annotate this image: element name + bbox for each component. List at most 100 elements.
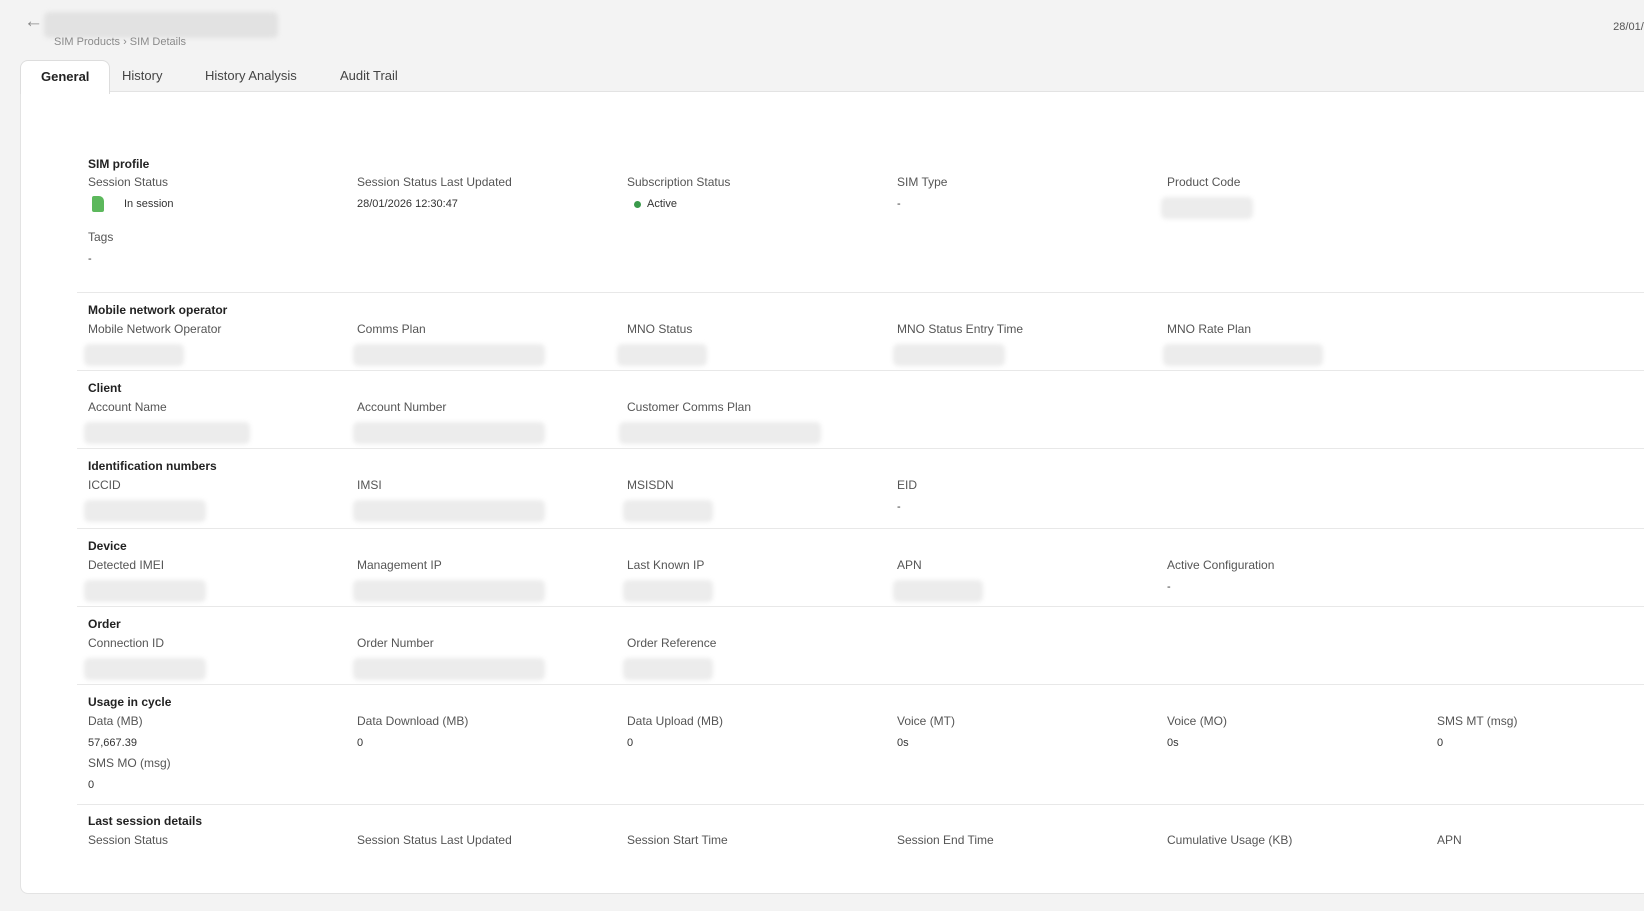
- field-label: Voice (MO): [1167, 714, 1228, 728]
- field-label: Last Known IP: [627, 558, 705, 572]
- page-title-redacted: [44, 12, 278, 38]
- redacted-value: [1163, 344, 1323, 366]
- field-sim-type: SIM Type -: [897, 175, 947, 211]
- field-eid: EID -: [897, 478, 917, 514]
- field-label: Data Upload (MB): [627, 714, 724, 728]
- field-label: APN: [1437, 833, 1462, 847]
- section-title: SIM profile: [88, 157, 150, 171]
- breadcrumb[interactable]: SIM Products › SIM Details: [54, 36, 186, 48]
- field-label: Session End Time: [897, 833, 994, 847]
- redacted-value: [617, 344, 707, 366]
- section-usage: Usage in cycle Data (MB) 57,667.39 Data …: [77, 684, 1644, 805]
- field-session-end-time: Session End Time: [897, 833, 994, 847]
- field-data: Data (MB) 57,667.39: [88, 714, 143, 750]
- field-label: Account Name: [88, 400, 167, 414]
- field-order-number: Order Number: [353, 636, 557, 682]
- field-label: Session Status: [88, 833, 169, 847]
- redacted-value: [353, 344, 545, 366]
- redacted-value: [84, 344, 184, 366]
- field-value: -: [1167, 581, 1171, 593]
- field-label: Subscription Status: [627, 175, 731, 189]
- section-order: Order Connection ID Order Number Order R…: [77, 606, 1644, 685]
- redacted-value: [893, 344, 1005, 366]
- top-bar: ← SIM Products › SIM Details 28/01/20: [0, 0, 1644, 60]
- field-label: Order Reference: [627, 636, 717, 650]
- field-sms-mo: SMS MO (msg) 0: [88, 756, 171, 792]
- tab-bar: General History History Analysis Audit T…: [20, 60, 1644, 94]
- field-value: 0s: [897, 737, 909, 749]
- field-label: MNO Status Entry Time: [897, 322, 1024, 336]
- section-identification: Identification numbers ICCID IMSI MSISDN…: [77, 448, 1644, 529]
- field-product-code: Product Code: [1161, 175, 1267, 225]
- field-msisdn: MSISDN: [623, 478, 727, 524]
- field-label: MNO Rate Plan: [1167, 322, 1252, 336]
- field-last-session-status-updated: Session Status Last Updated: [357, 833, 512, 847]
- field-label: Connection ID: [88, 636, 165, 650]
- section-title: Identification numbers: [88, 459, 217, 473]
- field-label: Data Download (MB): [357, 714, 469, 728]
- field-label: ICCID: [88, 478, 121, 492]
- section-title: Mobile network operator: [88, 303, 228, 317]
- field-label: Cumulative Usage (KB): [1167, 833, 1293, 847]
- field-apn: APN: [893, 558, 997, 604]
- section-title: Usage in cycle: [88, 695, 172, 709]
- field-session-status: Session Status In session: [88, 175, 174, 212]
- redacted-value: [353, 580, 545, 602]
- field-label: Session Start Time: [627, 833, 728, 847]
- field-last-session-apn: APN: [1437, 833, 1462, 847]
- subscription-status-value: Active: [647, 198, 677, 210]
- field-value: 57,667.39: [88, 737, 137, 749]
- field-iccid: ICCID: [84, 478, 288, 524]
- field-value: 0s: [1167, 737, 1179, 749]
- redacted-value: [353, 422, 545, 444]
- redacted-value: [623, 580, 713, 602]
- field-imsi: IMSI: [353, 478, 557, 524]
- field-data-download: Data Download (MB) 0: [357, 714, 468, 750]
- tab-history-analysis[interactable]: History Analysis: [205, 60, 297, 92]
- redacted-value: [893, 580, 983, 602]
- field-label: SIM Type: [897, 175, 948, 189]
- tab-history[interactable]: History: [122, 60, 162, 92]
- section-mno: Mobile network operator Mobile Network O…: [77, 292, 1644, 371]
- field-label: Session Status: [88, 175, 169, 189]
- field-voice-mo: Voice (MO) 0s: [1167, 714, 1227, 750]
- header-date: 28/01/20: [1613, 21, 1644, 33]
- field-mno-status-entry-time: MNO Status Entry Time: [893, 322, 1057, 368]
- status-dot-icon: [634, 200, 641, 208]
- tab-audit-trail[interactable]: Audit Trail: [340, 60, 398, 92]
- field-value: 0: [1437, 737, 1444, 749]
- redacted-value: [353, 658, 545, 680]
- field-account-name: Account Name: [84, 400, 288, 446]
- field-label: SMS MO (msg): [88, 756, 171, 770]
- field-label: Account Number: [357, 400, 447, 414]
- field-detected-imei: Detected IMEI: [84, 558, 288, 604]
- field-last-session-status: Session Status: [88, 833, 168, 847]
- field-label: Voice (MT): [897, 714, 956, 728]
- field-label: IMSI: [357, 478, 382, 492]
- redacted-value: [84, 658, 206, 680]
- tab-general[interactable]: General: [20, 60, 111, 94]
- section-title: Client: [88, 381, 122, 395]
- field-value: -: [88, 253, 92, 265]
- field-subscription-status: Subscription Status Active: [627, 175, 730, 211]
- field-label: Data (MB): [88, 714, 143, 728]
- redacted-value: [84, 580, 206, 602]
- field-value: In session: [88, 196, 174, 212]
- field-label: Tags: [88, 230, 114, 244]
- section-title: Device: [88, 539, 127, 553]
- field-label: MNO Status: [627, 322, 693, 336]
- section-title: Order: [88, 617, 121, 631]
- field-value: Active: [627, 197, 730, 211]
- field-label: Order Number: [357, 636, 434, 650]
- field-label: Product Code: [1167, 175, 1241, 189]
- redacted-value: [353, 500, 545, 522]
- field-mno-status: MNO Status: [617, 322, 727, 368]
- field-label: Session Status Last Updated: [357, 833, 512, 847]
- section-device: Device Detected IMEI Management IP Last …: [77, 528, 1644, 607]
- field-mno: Mobile Network Operator: [84, 322, 288, 368]
- field-value: -: [897, 198, 901, 210]
- field-value: 0: [627, 737, 634, 749]
- field-label: Comms Plan: [357, 322, 426, 336]
- field-label: Mobile Network Operator: [88, 322, 222, 336]
- back-arrow-icon[interactable]: ←: [24, 12, 46, 34]
